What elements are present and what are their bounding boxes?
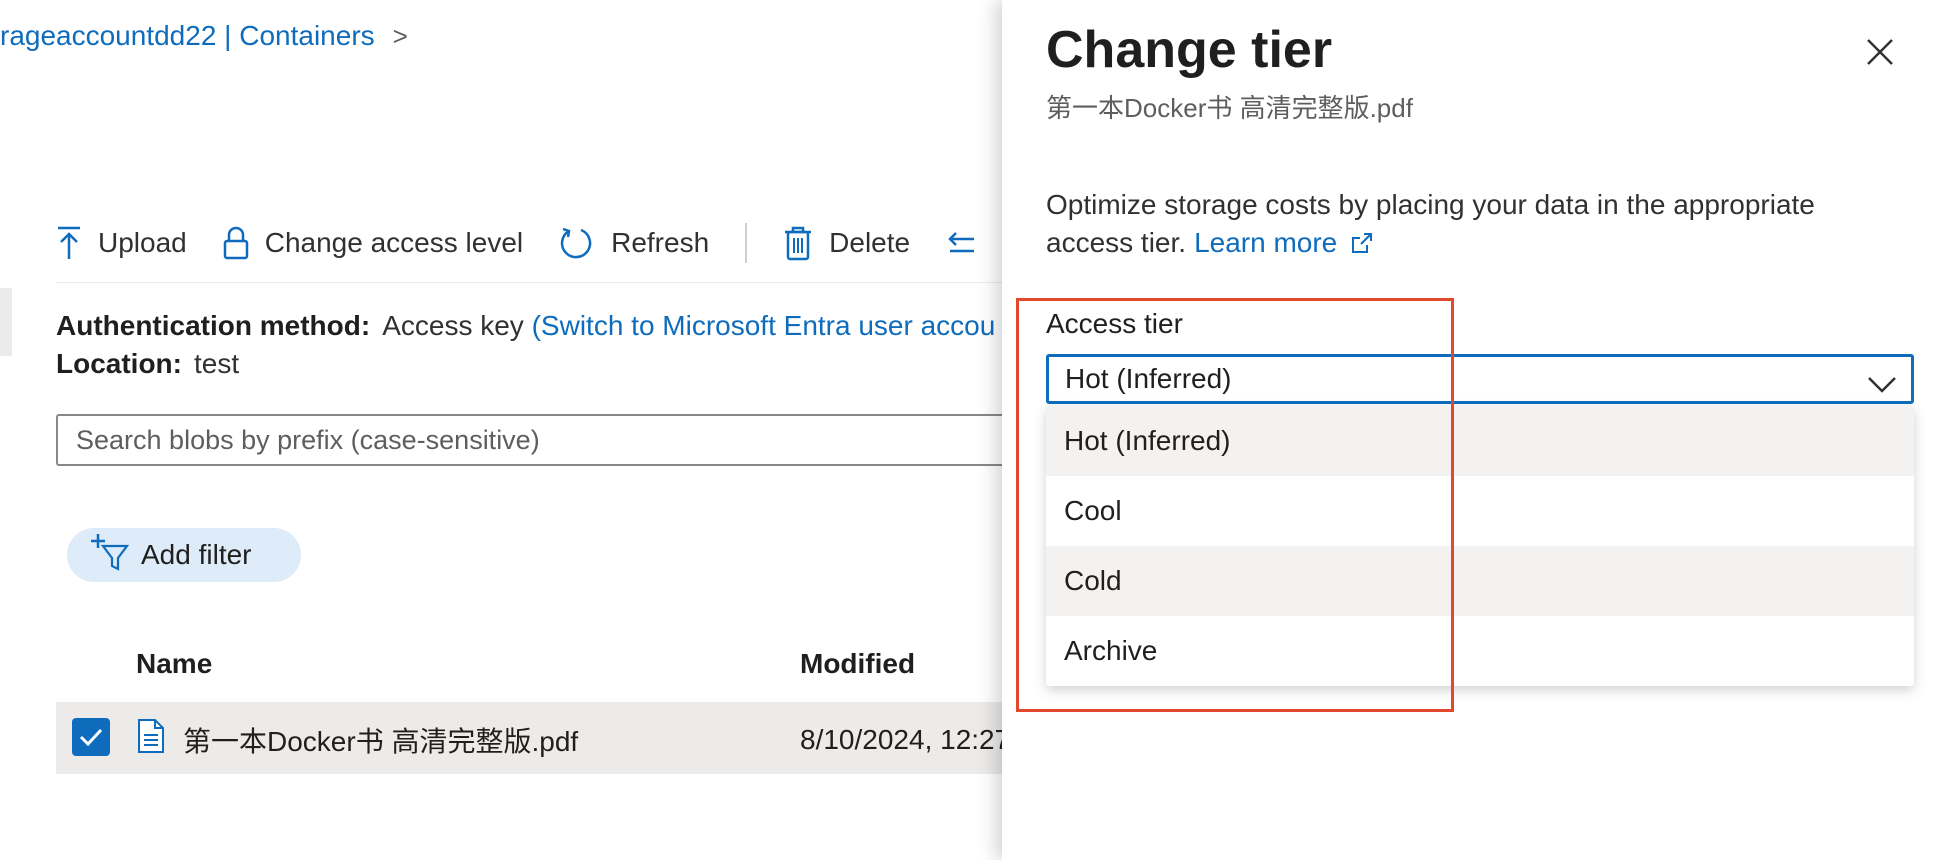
breadcrumb-link[interactable]: rageaccountdd22 | Containers — [0, 20, 375, 52]
change-tier-toolbar-button[interactable] — [946, 225, 976, 261]
refresh-label: Refresh — [611, 227, 710, 258]
trash-icon — [783, 225, 813, 261]
search-input[interactable]: Search blobs by prefix (case-sensitive) — [56, 414, 1016, 466]
location-row: Location: test — [56, 348, 239, 380]
upload-label: Upload — [98, 227, 187, 258]
column-header-name[interactable]: Name — [136, 648, 212, 680]
side-tab-indicator — [0, 288, 12, 356]
upload-button[interactable]: Upload — [56, 225, 187, 261]
panel-title: Change tier — [1046, 21, 1333, 79]
column-header-modified[interactable]: Modified — [800, 648, 915, 680]
location-label: Location: — [56, 348, 182, 379]
add-filter-icon — [89, 532, 130, 579]
add-filter-label: Add filter — [141, 539, 252, 570]
lock-icon — [223, 226, 249, 260]
auth-method-label: Authentication method: — [56, 310, 371, 341]
change-access-level-label: Change access level — [264, 227, 524, 258]
toolbar: Upload Change access level Refresh Delet… — [56, 218, 1012, 268]
location-value: test — [194, 348, 240, 379]
tier-option-archive[interactable]: Archive — [1046, 616, 1914, 686]
chevron-right-icon: > — [392, 20, 408, 51]
access-tier-dropdown[interactable]: Hot (Inferred) — [1046, 354, 1914, 404]
chevron-down-icon — [1867, 369, 1897, 401]
learn-more-link[interactable]: Learn more — [1194, 227, 1373, 258]
refresh-icon — [559, 225, 595, 261]
access-tier-selected-value: Hot (Inferred) — [1065, 363, 1232, 394]
swap-arrows-icon — [946, 225, 976, 261]
tier-option-hot[interactable]: Hot (Inferred) — [1046, 406, 1914, 476]
panel-subtitle: 第一本Docker书 高清完整版.pdf — [1046, 93, 1413, 123]
close-button[interactable] — [1862, 34, 1898, 70]
delete-button[interactable]: Delete — [783, 225, 910, 261]
access-tier-label: Access tier — [1046, 308, 1183, 339]
tier-option-cool[interactable]: Cool — [1046, 476, 1914, 546]
checkmark-icon — [79, 728, 103, 747]
delete-label: Delete — [829, 227, 911, 258]
search-placeholder: Search blobs by prefix (case-sensitive) — [76, 424, 540, 455]
upload-icon — [56, 225, 82, 261]
change-access-level-button[interactable]: Change access level — [223, 226, 523, 260]
external-link-icon — [1352, 233, 1373, 253]
add-filter-button[interactable]: Add filter — [67, 528, 301, 582]
toolbar-divider — [745, 223, 748, 263]
document-icon — [136, 718, 166, 759]
close-icon — [1867, 39, 1893, 65]
auth-method-value: Access key — [382, 310, 524, 341]
row-filename[interactable]: 第一本Docker书 高清完整版.pdf — [183, 720, 578, 760]
access-tier-options: Hot (Inferred) Cool Cold Archive — [1046, 406, 1914, 686]
auth-method-row: Authentication method: Access key (Switch… — [56, 310, 995, 342]
description-text: Optimize storage costs by placing your d… — [1046, 189, 1815, 258]
tier-option-cold[interactable]: Cold — [1046, 546, 1914, 616]
row-modified: 8/10/2024, 12:27 — [800, 724, 1011, 755]
panel-description: Optimize storage costs by placing your d… — [1046, 186, 1906, 262]
refresh-button[interactable]: Refresh — [559, 225, 709, 261]
toolbar-divider-line — [56, 282, 1006, 283]
row-checkbox[interactable] — [72, 718, 110, 756]
breadcrumb: rageaccountdd22 | Containers > — [0, 20, 408, 52]
switch-auth-link[interactable]: (Switch to Microsoft Entra user accou — [532, 310, 996, 341]
